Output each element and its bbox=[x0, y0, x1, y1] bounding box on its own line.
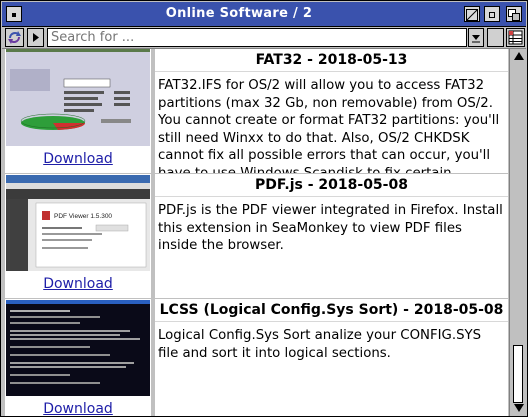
entry-title: LCSS (Logical Config.Sys Sort) - 2018-05… bbox=[155, 299, 508, 322]
grid-icon bbox=[508, 30, 523, 45]
entry-title: FAT32 - 2018-05-13 bbox=[155, 49, 508, 72]
application-window: Online Software / 2 Search for ... Downl… bbox=[0, 0, 528, 417]
iconify-icon bbox=[466, 9, 478, 21]
zoom-button[interactable] bbox=[484, 6, 500, 22]
title-bar[interactable]: Online Software / 2 bbox=[2, 2, 526, 27]
close-icon bbox=[12, 13, 16, 17]
scroll-thumb[interactable] bbox=[513, 345, 523, 403]
close-window-button[interactable] bbox=[6, 6, 22, 22]
reload-button[interactable] bbox=[5, 28, 24, 47]
iconify-button[interactable] bbox=[464, 6, 480, 22]
vertical-scrollbar[interactable] bbox=[509, 49, 526, 416]
pdfjs-screenshot[interactable]: PDF Viewer 1.5.300 bbox=[6, 175, 150, 271]
scroll-down-icon[interactable] bbox=[514, 404, 524, 412]
chevron-down-icon bbox=[472, 35, 480, 43]
screenshot-image bbox=[6, 49, 150, 146]
toolbar bbox=[2, 27, 526, 49]
screenshot-image bbox=[6, 300, 150, 396]
entry-description: PDF.js is the PDF viewer integrated in F… bbox=[158, 203, 503, 253]
thumbnail-caption: PDF Viewer 1.5.300 bbox=[54, 213, 112, 220]
download-link[interactable]: Download bbox=[5, 151, 151, 167]
entry-text: FAT32 - 2018-05-13 FAT32.IFS for OS/2 wi… bbox=[155, 49, 508, 173]
reload-icon bbox=[8, 31, 21, 44]
navigate-button[interactable] bbox=[27, 28, 44, 47]
software-list[interactable]: Download FAT32 - 2018-05-13 FAT32.IFS fo… bbox=[5, 49, 508, 416]
scroll-up-icon[interactable] bbox=[514, 52, 524, 60]
download-link[interactable]: Download bbox=[5, 401, 151, 416]
list-item: Download FAT32 - 2018-05-13 FAT32.IFS fo… bbox=[5, 49, 508, 173]
search-input[interactable] bbox=[47, 28, 467, 47]
grid-view-button[interactable] bbox=[506, 28, 525, 47]
entry-description: Logical Config.Sys Sort analize your CON… bbox=[158, 328, 482, 361]
list-item: PDF Viewer 1.5.300 Download PDF.js - 201… bbox=[5, 174, 508, 298]
entry-description: FAT32.IFS for OS/2 will allow you to acc… bbox=[158, 78, 500, 173]
thumbnail-column: PDF Viewer 1.5.300 Download bbox=[5, 174, 151, 298]
entry-text: PDF.js - 2018-05-08 PDF.js is the PDF vi… bbox=[155, 174, 508, 298]
thumbnail-column: Download bbox=[5, 49, 151, 173]
zoom-icon bbox=[489, 12, 495, 18]
entry-text: LCSS (Logical Config.Sys Sort) - 2018-05… bbox=[155, 299, 508, 416]
screenshot-image: PDF Viewer 1.5.300 bbox=[6, 175, 150, 271]
depth-button[interactable] bbox=[506, 6, 522, 22]
list-item: Download LCSS (Logical Config.Sys Sort) … bbox=[5, 299, 508, 416]
blank-button[interactable] bbox=[487, 28, 504, 47]
window-title: Online Software / 2 bbox=[165, 6, 313, 21]
play-icon bbox=[33, 33, 39, 42]
download-link[interactable]: Download bbox=[5, 276, 151, 292]
fat32-screenshot[interactable] bbox=[6, 49, 150, 146]
depth-icon bbox=[508, 9, 520, 21]
entry-title: PDF.js - 2018-05-08 bbox=[155, 174, 508, 197]
search-dropdown-button[interactable] bbox=[468, 28, 484, 47]
thumbnail-column: Download bbox=[5, 299, 151, 416]
lcss-screenshot[interactable] bbox=[6, 300, 150, 396]
